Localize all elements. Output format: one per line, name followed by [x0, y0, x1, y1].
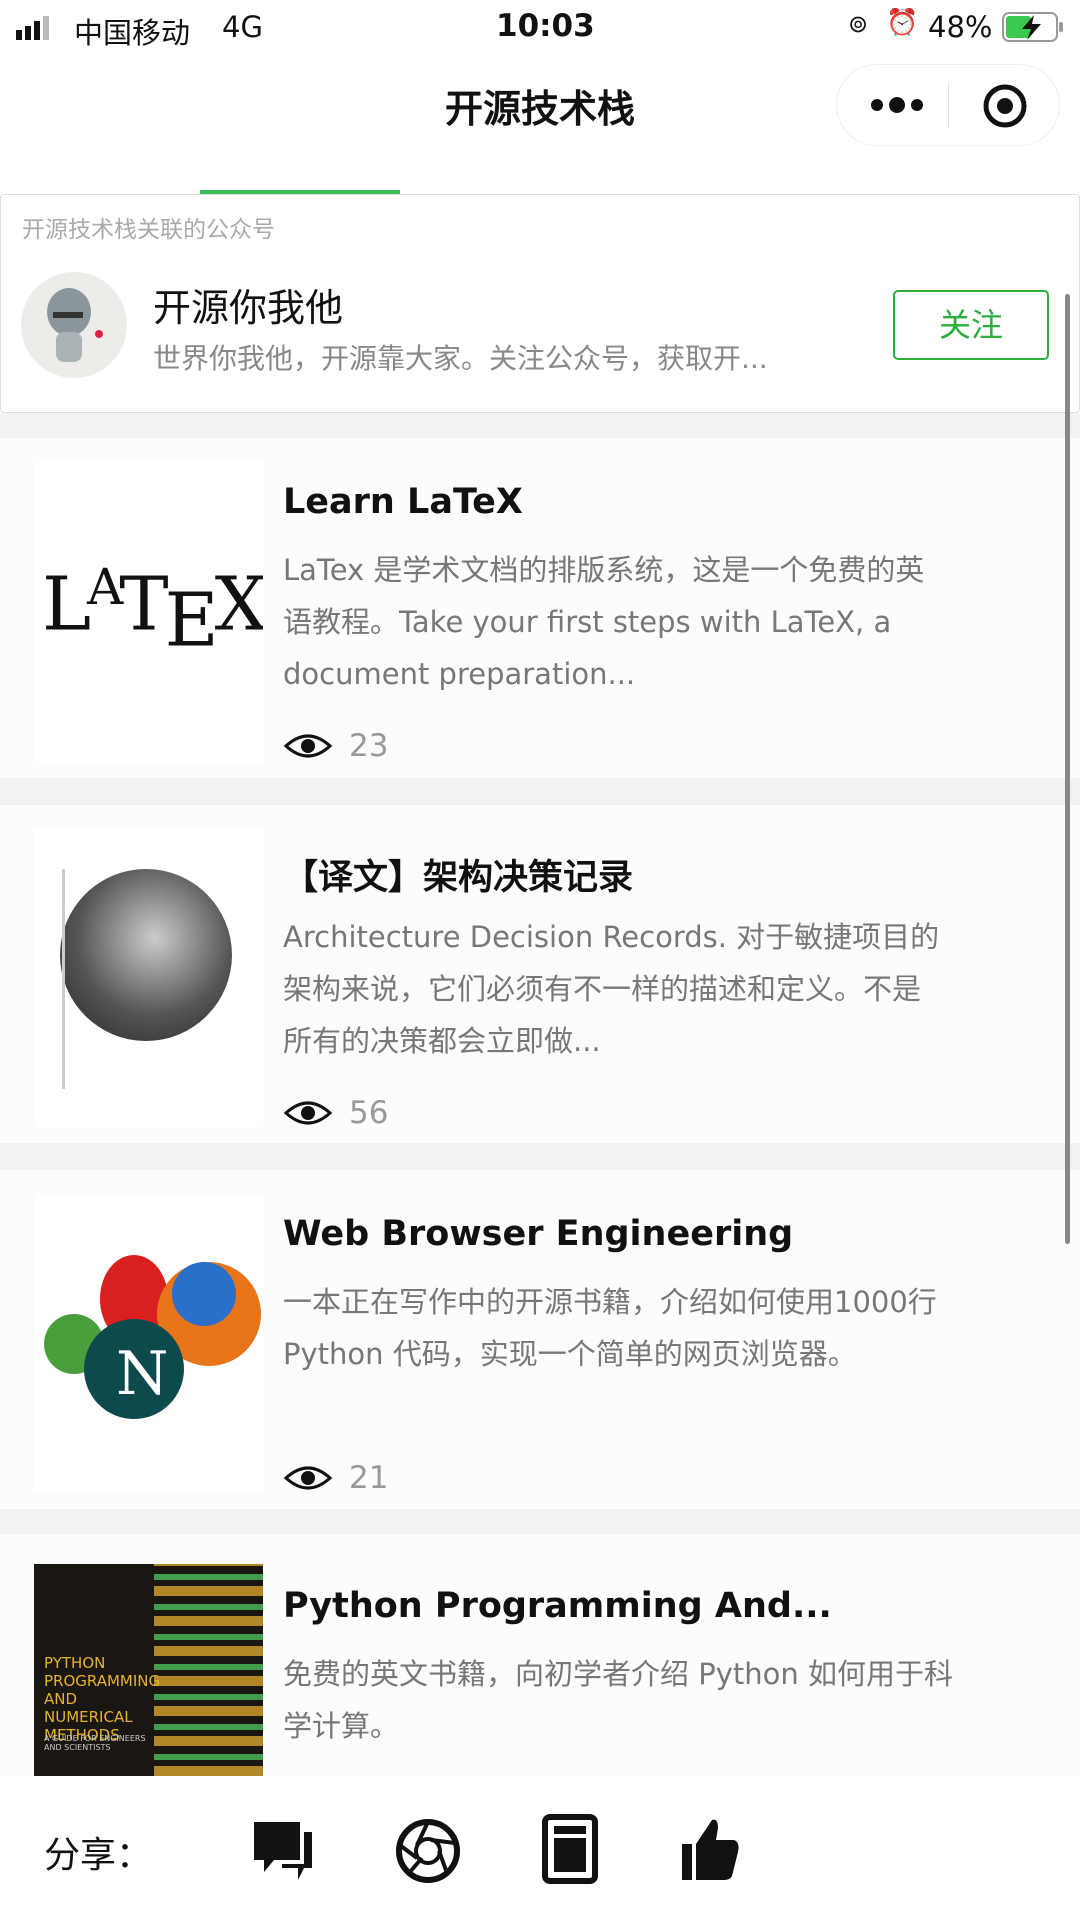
- more-dots-icon[interactable]: [869, 95, 925, 115]
- article-title: 【译文】架构决策记录: [283, 858, 634, 898]
- divider: [0, 1143, 1080, 1170]
- article-thumbnail: PYTHON PROGRAMMING AND NUMERICAL METHODS…: [34, 1564, 263, 1776]
- account-description: 世界你我他，开源靠大家。关注公众号，获取开...: [153, 342, 768, 375]
- account-name[interactable]: 开源你我他: [153, 277, 343, 332]
- view-count: 56: [283, 1095, 388, 1131]
- capsule-divider: [948, 83, 949, 129]
- share-label: 分享：: [44, 1835, 153, 1876]
- alarm-icon: ⏰: [886, 8, 919, 38]
- carrier: 中国移动: [74, 16, 191, 50]
- view-count: 21: [283, 1460, 388, 1496]
- article-title: Web Browser Engineering: [283, 1214, 794, 1254]
- article-title: Python Programming And...: [283, 1586, 832, 1626]
- book-cover-subtitle: A GUIDE FOR ENGINEERS AND SCIENTISTS: [44, 1734, 146, 1752]
- article-description: LaTex 是学术文档的排版系统，这是一个免费的英语教程。Take your f…: [283, 553, 925, 691]
- divider: [0, 413, 1080, 438]
- eye-icon: [283, 1466, 333, 1490]
- status-bar: 中国移动 4G 10:03 ⊚ ⏰ 48%: [0, 0, 1080, 56]
- book-cover-title: PYTHON PROGRAMMING AND NUMERICAL METHODS: [44, 1654, 161, 1744]
- article-description: 一本正在写作中的开源书籍，介绍如何使用1000行 Python 代码，实现一个简…: [283, 1285, 937, 1371]
- mini-program-capsule: [836, 64, 1060, 146]
- article-thumbnail: LATEX: [34, 462, 263, 762]
- svg-text:N: N: [116, 1339, 169, 1409]
- eye-icon: [283, 1101, 333, 1125]
- article-thumbnail: N: [34, 1194, 263, 1493]
- official-account-card: 开源技术栈关联的公众号 开源你我他 世界你我他，开源靠大家。关注公众号，获取开.…: [0, 194, 1080, 413]
- view-count-value: 56: [349, 1095, 389, 1131]
- clock: 10:03: [496, 8, 595, 44]
- signal-icon: [16, 16, 49, 40]
- article-item[interactable]: LATEX Learn LaTeX LaTex 是学术文档的排版系统，这是一个免…: [0, 438, 1080, 778]
- rotation-lock-icon: ⊚: [848, 10, 869, 38]
- chat-bubbles-icon[interactable]: [252, 1820, 314, 1882]
- card-label: 开源技术栈关联的公众号: [22, 217, 275, 243]
- article-thumbnail: [34, 829, 263, 1127]
- scrollbar[interactable]: [1065, 294, 1070, 1244]
- article-item[interactable]: 【译文】架构决策记录 Architecture Decision Records…: [0, 805, 1080, 1143]
- battery-percent: 48%: [928, 10, 993, 44]
- article-description: 免费的英文书籍，向初学者介绍 Python 如何用于科学计算。: [283, 1657, 953, 1743]
- article-description: Architecture Decision Records. 对于敏捷项目的架构…: [283, 920, 940, 1058]
- view-count-value: 21: [349, 1460, 389, 1496]
- network-type: 4G: [222, 10, 263, 44]
- battery-charging-icon: [1002, 12, 1063, 42]
- view-count-value: 23: [349, 728, 389, 764]
- view-count: 23: [283, 728, 388, 764]
- tablet-icon[interactable]: [542, 1814, 598, 1884]
- account-avatar[interactable]: [21, 272, 127, 378]
- follow-button[interactable]: 关注: [893, 290, 1049, 360]
- target-circle-icon[interactable]: [982, 83, 1028, 129]
- divider: [0, 778, 1080, 805]
- browser-logos: N: [44, 1255, 261, 1419]
- latex-logo: LATEX: [42, 558, 263, 664]
- share-bar: 分享：: [0, 1776, 1080, 1920]
- article-item[interactable]: PYTHON PROGRAMMING AND NUMERICAL METHODS…: [0, 1534, 1080, 1776]
- divider: [0, 1509, 1080, 1534]
- portrait-photo: [60, 869, 232, 1041]
- article-title: Learn LaTeX: [283, 482, 523, 522]
- aperture-icon[interactable]: [395, 1818, 461, 1884]
- article-item[interactable]: N Web Browser Engineering 一本正在写作中的开源书籍，介…: [0, 1170, 1080, 1509]
- thumbs-up-icon[interactable]: [680, 1816, 742, 1882]
- eye-icon: [283, 734, 333, 758]
